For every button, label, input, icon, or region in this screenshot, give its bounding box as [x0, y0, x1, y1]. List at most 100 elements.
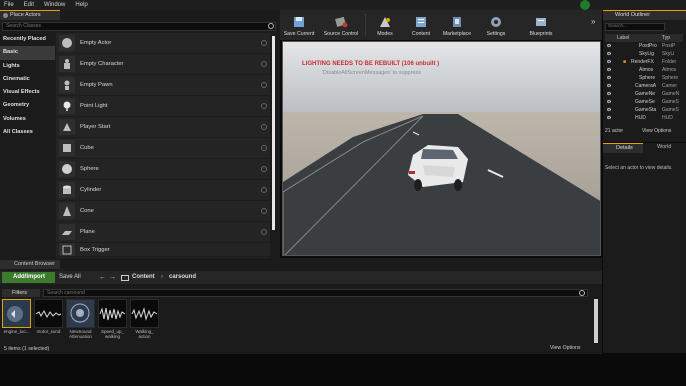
add-import-button[interactable]: Add/Import — [2, 272, 55, 283]
eye-icon[interactable] — [607, 92, 611, 95]
category-all-classes[interactable]: All Classes — [0, 126, 55, 139]
details-panel — [603, 143, 686, 353]
category-cinematic[interactable]: Cinematic — [0, 73, 55, 86]
asset-grid-scrollbar[interactable] — [594, 299, 598, 343]
breadcrumb-content[interactable]: Content — [132, 272, 155, 283]
table-row[interactable]: GameSta GameS — [605, 106, 683, 114]
breadcrumb-carsound[interactable]: carsound — [169, 272, 196, 283]
info-icon[interactable] — [261, 82, 267, 88]
content-view-options-button[interactable]: View Options — [550, 345, 580, 351]
list-item[interactable]: Empty Character — [56, 54, 270, 75]
row-label: GameSe — [635, 99, 655, 105]
search-icon[interactable] — [268, 23, 274, 29]
table-row[interactable]: CameraA Camer — [605, 82, 683, 90]
type-column-header[interactable]: Typ — [662, 34, 670, 42]
list-item[interactable]: Cone — [56, 201, 270, 222]
category-lights[interactable]: Lights — [0, 60, 55, 73]
asset-tile[interactable]: NewSound Attenuation — [66, 299, 95, 343]
eye-icon[interactable] — [607, 52, 611, 55]
asset-tile[interactable]: engine_loo... — [2, 299, 31, 343]
blueprints-button[interactable]: Blueprints — [517, 10, 565, 40]
asset-search-input[interactable]: Search carsound — [43, 289, 588, 297]
info-icon[interactable] — [261, 187, 267, 193]
eye-icon[interactable] — [607, 100, 611, 103]
table-row[interactable]: ■ RenderFX Folder — [605, 58, 683, 66]
eye-icon[interactable] — [607, 68, 611, 71]
category-basic[interactable]: Basic — [0, 46, 55, 60]
modes-button[interactable]: Modes — [367, 10, 403, 40]
list-item[interactable]: Point Light — [56, 96, 270, 117]
save-current-button[interactable]: Save Current — [280, 10, 318, 40]
settings-button[interactable]: Settings — [475, 10, 517, 40]
table-row[interactable]: HUD HUD — [605, 114, 683, 122]
toolbar-overflow-button[interactable]: » — [591, 17, 595, 26]
content-button[interactable]: Content — [403, 10, 439, 40]
filters-button[interactable]: Filters — [2, 289, 40, 297]
list-item[interactable]: Player Start — [56, 117, 270, 138]
label-column-header[interactable]: Label — [617, 34, 629, 42]
table-row[interactable]: Atmos Atmos — [605, 66, 683, 74]
category-recently-placed[interactable]: Recently Placed — [0, 33, 55, 46]
info-icon[interactable] — [261, 40, 267, 46]
info-icon[interactable] — [261, 229, 267, 235]
table-row[interactable]: GameSe GameS — [605, 98, 683, 106]
row-type: GameS — [662, 99, 679, 105]
category-geometry[interactable]: Geometry — [0, 99, 55, 112]
list-item[interactable]: Cube — [56, 138, 270, 159]
eye-icon[interactable] — [607, 44, 611, 47]
asset-tile[interactable]: Walking_ action — [130, 299, 159, 343]
actor-list-scroll-thumb[interactable] — [272, 36, 275, 230]
asset-tile[interactable]: Speed_up_ walking — [98, 299, 127, 343]
menu-help[interactable]: Help — [75, 2, 87, 8]
marketplace-button[interactable]: Marketplace — [439, 10, 475, 40]
table-row[interactable]: GameNe GameN — [605, 90, 683, 98]
tab-world-outliner[interactable]: World Outliner — [603, 10, 686, 20]
tab-world-settings[interactable]: World — [645, 143, 685, 153]
source-control-button[interactable]: Source Control — [318, 10, 364, 40]
forward-arrow-icon[interactable]: → — [109, 272, 116, 283]
search-classes-input[interactable]: Search Classes — [2, 22, 276, 31]
info-icon[interactable] — [261, 208, 267, 214]
list-item[interactable]: Empty Actor — [56, 33, 270, 54]
info-icon[interactable] — [261, 166, 267, 172]
table-row[interactable]: Sphere Sphere — [605, 74, 683, 82]
outliner-view-options-button[interactable]: View Options — [642, 127, 671, 136]
search-icon[interactable] — [579, 290, 585, 296]
asset-tile[interactable]: motor_sund — [34, 299, 63, 343]
actor-label: Point Light — [80, 103, 108, 109]
outliner-header: Label Typ — [605, 34, 683, 42]
point-light-icon — [59, 98, 75, 114]
list-item[interactable]: Cylinder — [56, 180, 270, 201]
list-item[interactable]: Sphere — [56, 159, 270, 180]
back-arrow-icon[interactable]: ← — [99, 272, 106, 283]
info-icon[interactable] — [261, 145, 267, 151]
info-icon[interactable] — [261, 103, 267, 109]
list-item[interactable]: Box Trigger — [56, 243, 270, 257]
table-row[interactable]: SkyLig SkyLi — [605, 50, 683, 58]
info-icon[interactable] — [261, 124, 267, 130]
save-all-button[interactable]: Save All — [59, 272, 81, 283]
eye-icon[interactable] — [607, 60, 611, 63]
folder-icon[interactable] — [121, 275, 129, 281]
eye-icon[interactable] — [607, 84, 611, 87]
menu-file[interactable]: File — [4, 2, 14, 8]
category-volumes[interactable]: Volumes — [0, 113, 55, 126]
list-item[interactable]: Empty Pawn — [56, 75, 270, 96]
table-row[interactable]: PostPro PostP — [605, 42, 683, 50]
tab-content-browser[interactable]: Content Browser — [0, 260, 60, 269]
category-visual-effects[interactable]: Visual Effects — [0, 86, 55, 99]
actor-label: Cylinder — [80, 187, 102, 193]
eye-icon[interactable] — [607, 108, 611, 111]
tab-details[interactable]: Details — [603, 143, 643, 153]
menu-edit[interactable]: Edit — [24, 2, 34, 8]
tab-place-actors[interactable]: Place Actors — [0, 10, 60, 20]
eye-icon[interactable] — [607, 116, 611, 119]
content-icon — [413, 15, 429, 29]
list-item[interactable]: Plane — [56, 222, 270, 243]
row-type: Atmos — [662, 67, 677, 73]
tab-place-actors-label: Place Actors — [10, 12, 41, 18]
info-icon[interactable] — [261, 61, 267, 67]
outliner-search-input[interactable]: Search... — [605, 23, 665, 31]
eye-icon[interactable] — [607, 76, 611, 79]
menu-window[interactable]: Window — [44, 2, 65, 8]
